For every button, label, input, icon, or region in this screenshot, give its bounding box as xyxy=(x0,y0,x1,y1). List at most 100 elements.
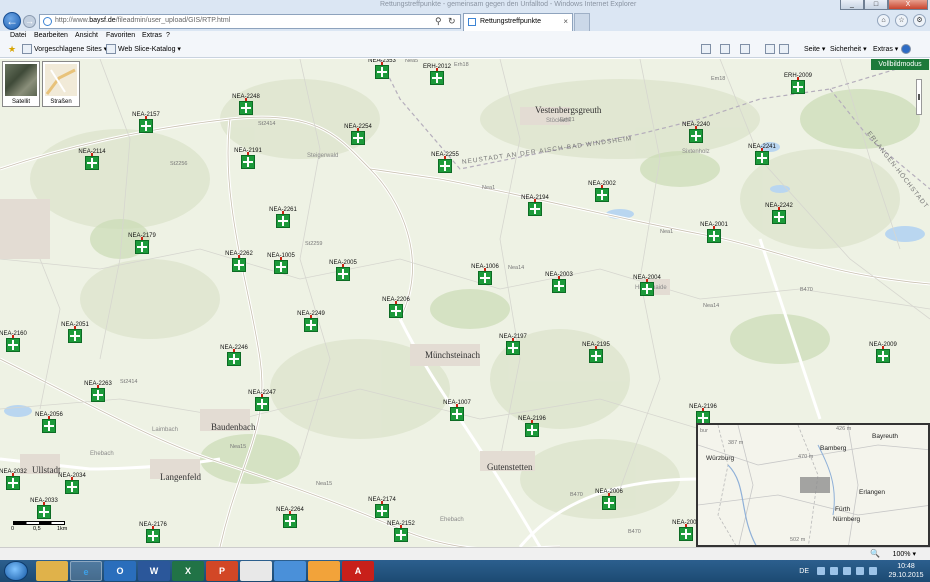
zoom-slider[interactable] xyxy=(916,79,922,115)
web-slice-gallery-link[interactable]: Web Slice-Katalog ▾ xyxy=(118,45,181,53)
minimize-button[interactable]: _ xyxy=(840,0,864,10)
volume-icon[interactable] xyxy=(869,567,877,575)
fullscreen-button[interactable]: Vollbildmodus xyxy=(871,59,929,70)
tab-close-icon[interactable]: × xyxy=(563,17,568,26)
addon-icon[interactable] xyxy=(701,44,711,54)
taskbar-media-player[interactable] xyxy=(308,561,340,581)
rescue-point-icon[interactable] xyxy=(478,271,492,285)
tab-rettungstreffpunkte[interactable]: Rettungstreffpunkte × xyxy=(463,13,573,31)
rescue-point-icon[interactable] xyxy=(602,496,616,510)
clock[interactable]: 10:48 29.10.2015 xyxy=(882,562,930,580)
map-view[interactable]: NEUSTADT AN DER AISCH-BAD WINDSHEIM ERLA… xyxy=(0,59,930,547)
rescue-point-icon[interactable] xyxy=(375,65,389,79)
taskbar-powerpoint[interactable]: P xyxy=(206,561,238,581)
favorites-star-icon[interactable]: ☆ xyxy=(895,14,908,27)
rescue-point-icon[interactable] xyxy=(85,156,99,170)
forward-button[interactable]: → xyxy=(23,15,36,28)
taskbar-acrobat[interactable]: A xyxy=(342,561,374,581)
rescue-point-icon[interactable] xyxy=(528,202,542,216)
home-page-icon[interactable] xyxy=(740,44,750,54)
rescue-point-icon[interactable] xyxy=(595,188,609,202)
compatibility-icon[interactable] xyxy=(720,44,730,54)
close-button[interactable]: X xyxy=(888,0,928,10)
menu-item-extras[interactable]: Extras xyxy=(142,32,162,39)
rescue-point-icon[interactable] xyxy=(707,229,721,243)
rescue-point-icon[interactable] xyxy=(42,419,56,433)
search-icon[interactable]: ⚲ xyxy=(435,16,442,27)
rescue-point-icon[interactable] xyxy=(139,119,153,133)
taskbar-word[interactable]: W xyxy=(138,561,170,581)
rescue-point-icon[interactable] xyxy=(506,341,520,355)
rescue-point-icon[interactable] xyxy=(689,129,703,143)
back-button[interactable]: ← xyxy=(3,12,21,30)
rescue-point-icon[interactable] xyxy=(274,260,288,274)
rescue-point-icon[interactable] xyxy=(65,480,79,494)
refresh-icon[interactable]: ↻ xyxy=(448,16,456,27)
print-icon[interactable] xyxy=(779,44,789,54)
rescue-point-icon[interactable] xyxy=(755,151,769,165)
overview-viewport-rect[interactable] xyxy=(800,477,830,493)
menu-item-bearbeiten[interactable]: Bearbeiten xyxy=(34,32,68,39)
home-icon[interactable]: ⌂ xyxy=(877,14,890,27)
taskbar-outlook[interactable]: O xyxy=(104,561,136,581)
rescue-point-icon[interactable] xyxy=(430,71,444,85)
rescue-point-icon[interactable] xyxy=(525,423,539,437)
rescue-point-icon[interactable] xyxy=(37,505,51,519)
rescue-point-icon[interactable] xyxy=(791,80,805,94)
satellite-layer-button[interactable]: Satellit xyxy=(2,61,40,107)
rescue-point-icon[interactable] xyxy=(6,476,20,490)
new-tab-button[interactable] xyxy=(574,13,590,31)
suggested-sites-link[interactable]: Vorgeschlagene Sites ▾ xyxy=(34,45,107,53)
menu-item-help[interactable]: ? xyxy=(166,32,170,39)
taskbar-explorer[interactable] xyxy=(36,561,68,581)
safety-menu[interactable]: Sicherheit ▾ xyxy=(830,45,867,53)
menu-item-favoriten[interactable]: Favoriten xyxy=(106,32,135,39)
rescue-point-icon[interactable] xyxy=(146,529,160,543)
address-bar[interactable]: http://www.baysf.de/fileadmin/user_uploa… xyxy=(39,14,461,29)
rescue-point-icon[interactable] xyxy=(438,159,452,173)
taskbar-internet-explorer[interactable]: e xyxy=(70,561,102,581)
menu-item-ansicht[interactable]: Ansicht xyxy=(75,32,98,39)
rescue-point-icon[interactable] xyxy=(772,210,786,224)
rescue-point-icon[interactable] xyxy=(6,338,20,352)
favorites-star-icon[interactable]: ★ xyxy=(8,44,16,55)
rescue-point-icon[interactable] xyxy=(375,504,389,518)
rescue-point-icon[interactable] xyxy=(91,388,105,402)
rescue-point-icon[interactable] xyxy=(232,258,246,272)
rescue-point-icon[interactable] xyxy=(876,349,890,363)
page-menu[interactable]: Seite ▾ xyxy=(804,45,825,53)
rescue-point-icon[interactable] xyxy=(283,514,297,528)
rescue-point-icon[interactable] xyxy=(276,214,290,228)
rescue-point-icon[interactable] xyxy=(589,349,603,363)
tray-icon-2[interactable] xyxy=(830,567,838,575)
zoom-level[interactable]: 100% ▾ xyxy=(893,550,916,558)
tray-icon-1[interactable] xyxy=(817,567,825,575)
tray-icon-3[interactable] xyxy=(843,567,851,575)
rescue-point-icon[interactable] xyxy=(239,101,253,115)
taskbar-excel[interactable]: X xyxy=(172,561,204,581)
maximize-button[interactable]: □ xyxy=(864,0,888,10)
menu-item-datei[interactable]: Datei xyxy=(10,32,26,39)
rescue-point-icon[interactable] xyxy=(552,279,566,293)
help-icon[interactable] xyxy=(901,44,911,54)
rescue-point-icon[interactable] xyxy=(351,131,365,145)
language-indicator[interactable]: DE xyxy=(799,568,809,575)
rescue-point-icon[interactable] xyxy=(640,282,654,296)
address-url[interactable]: http://www.baysf.de/fileadmin/user_uploa… xyxy=(55,17,230,24)
overview-map[interactable]: Bayreuth Bamberg Würzburg Erlangen Fürth Nürn… xyxy=(696,423,930,547)
taskbar-app-7[interactable] xyxy=(240,561,272,581)
rescue-point-icon[interactable] xyxy=(135,240,149,254)
taskbar-google-earth[interactable] xyxy=(274,561,306,581)
rescue-point-icon[interactable] xyxy=(227,352,241,366)
rescue-point-icon[interactable] xyxy=(389,304,403,318)
rescue-point-icon[interactable] xyxy=(255,397,269,411)
start-button[interactable] xyxy=(4,561,28,581)
rescue-point-icon[interactable] xyxy=(68,329,82,343)
mail-icon[interactable] xyxy=(765,44,775,54)
network-icon[interactable] xyxy=(856,567,864,575)
rescue-point-icon[interactable] xyxy=(679,527,693,541)
rescue-point-icon[interactable] xyxy=(394,528,408,542)
settings-gear-icon[interactable]: ⚙ xyxy=(913,14,926,27)
rescue-point-icon[interactable] xyxy=(241,155,255,169)
tools-menu[interactable]: Extras ▾ xyxy=(873,45,898,53)
